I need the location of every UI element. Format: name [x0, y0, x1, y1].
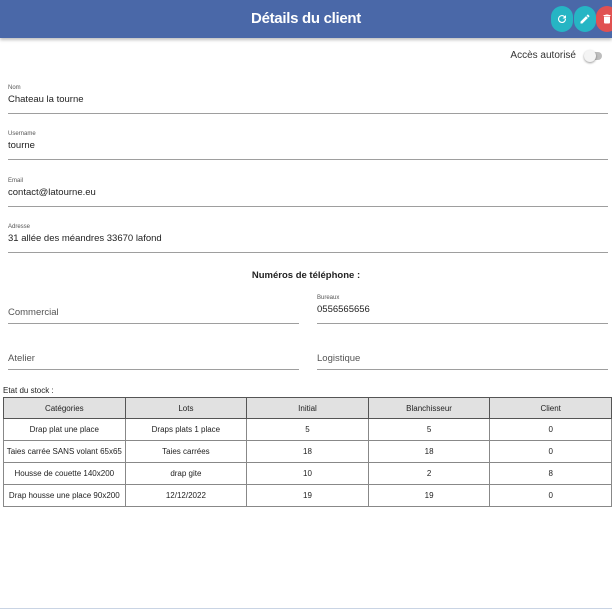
pencil-icon	[580, 14, 590, 24]
nom-label: Nom	[8, 85, 21, 91]
cell-categorie: Housse de couette 140x200	[3, 462, 126, 485]
access-toggle-row: Accès autorisé	[510, 49, 604, 62]
app-header: Détails du client	[0, 0, 612, 38]
bottom-divider	[0, 608, 612, 609]
col-header-lots: Lots	[124, 397, 248, 419]
table-header-row: Catégories Lots Initial Blanchisseur Cli…	[3, 397, 612, 419]
logistique-field[interactable]: Logistique	[317, 341, 608, 370]
phones-title: Numéros de téléphone :	[251, 270, 361, 281]
nom-field[interactable]: Nom Chateau la tourne	[8, 85, 608, 114]
cell-initial: 18	[246, 440, 369, 463]
cell-lot: Taies carrées	[124, 440, 248, 463]
delete-button[interactable]	[596, 6, 612, 32]
cell-blanchisseur: 5	[367, 418, 491, 441]
email-value: contact@latourne.eu	[8, 187, 96, 198]
table-row: Taies carrée SANS volant 65x65 Taies car…	[3, 440, 612, 463]
cell-blanchisseur: 2	[367, 462, 491, 485]
cell-lot: drap gite	[124, 462, 248, 485]
logistique-placeholder: Logistique	[317, 353, 361, 364]
refresh-button[interactable]	[551, 6, 573, 32]
col-header-initial: Initial	[246, 397, 369, 419]
commercial-placeholder: Commercial	[8, 307, 59, 318]
table-row: Housse de couette 140x200 drap gite 10 2…	[3, 462, 612, 485]
col-header-blanchisseur: Blanchisseur	[367, 397, 491, 419]
edit-button[interactable]	[574, 6, 596, 32]
stock-title: Etat du stock :	[3, 386, 54, 395]
username-field[interactable]: Username tourne	[8, 131, 608, 160]
table-row: Drap housse une place 90x200 12/12/2022 …	[3, 484, 612, 507]
bureaux-value: 0556565656	[317, 304, 370, 315]
cell-client: 0	[489, 484, 612, 507]
cell-client: 0	[489, 440, 612, 463]
trash-icon	[603, 14, 611, 24]
col-header-client: Client	[489, 397, 612, 419]
adresse-field[interactable]: Adresse 31 allée des méandres 33670 lafo…	[8, 224, 608, 253]
stock-table: Catégories Lots Initial Blanchisseur Cli…	[3, 397, 612, 507]
atelier-field[interactable]: Atelier	[8, 341, 299, 370]
atelier-placeholder: Atelier	[8, 353, 35, 364]
cell-initial: 10	[246, 462, 369, 485]
cell-client: 0	[489, 418, 612, 441]
nom-value: Chateau la tourne	[8, 94, 84, 105]
cell-categorie: Drap plat une place	[3, 418, 126, 441]
page-title: Détails du client	[251, 10, 361, 27]
commercial-field[interactable]: Commercial	[8, 295, 299, 324]
refresh-icon	[558, 15, 567, 24]
cell-lot: Draps plats 1 place	[124, 418, 248, 441]
toggle-knob	[584, 49, 596, 62]
table-row: Drap plat une place Draps plats 1 place …	[3, 418, 612, 441]
cell-blanchisseur: 18	[367, 440, 491, 463]
bureaux-label: Bureaux	[317, 295, 340, 301]
access-toggle[interactable]	[584, 49, 602, 62]
cell-initial: 19	[246, 484, 369, 507]
cell-initial: 5	[246, 418, 369, 441]
username-value: tourne	[8, 140, 35, 151]
email-field[interactable]: Email contact@latourne.eu	[8, 178, 608, 207]
cell-categorie: Drap housse une place 90x200	[3, 484, 126, 507]
col-header-categories: Catégories	[3, 397, 126, 419]
access-label: Accès autorisé	[510, 50, 576, 61]
bureaux-field[interactable]: Bureaux 0556565656	[317, 295, 608, 324]
cell-categorie: Taies carrée SANS volant 65x65	[3, 440, 126, 463]
username-label: Username	[8, 131, 36, 137]
email-label: Email	[8, 178, 24, 184]
adresse-value: 31 allée des méandres 33670 lafond	[8, 233, 162, 244]
cell-lot: 12/12/2022	[124, 484, 248, 507]
cell-client: 8	[489, 462, 612, 485]
adresse-label: Adresse	[8, 224, 31, 230]
cell-blanchisseur: 19	[367, 484, 491, 507]
